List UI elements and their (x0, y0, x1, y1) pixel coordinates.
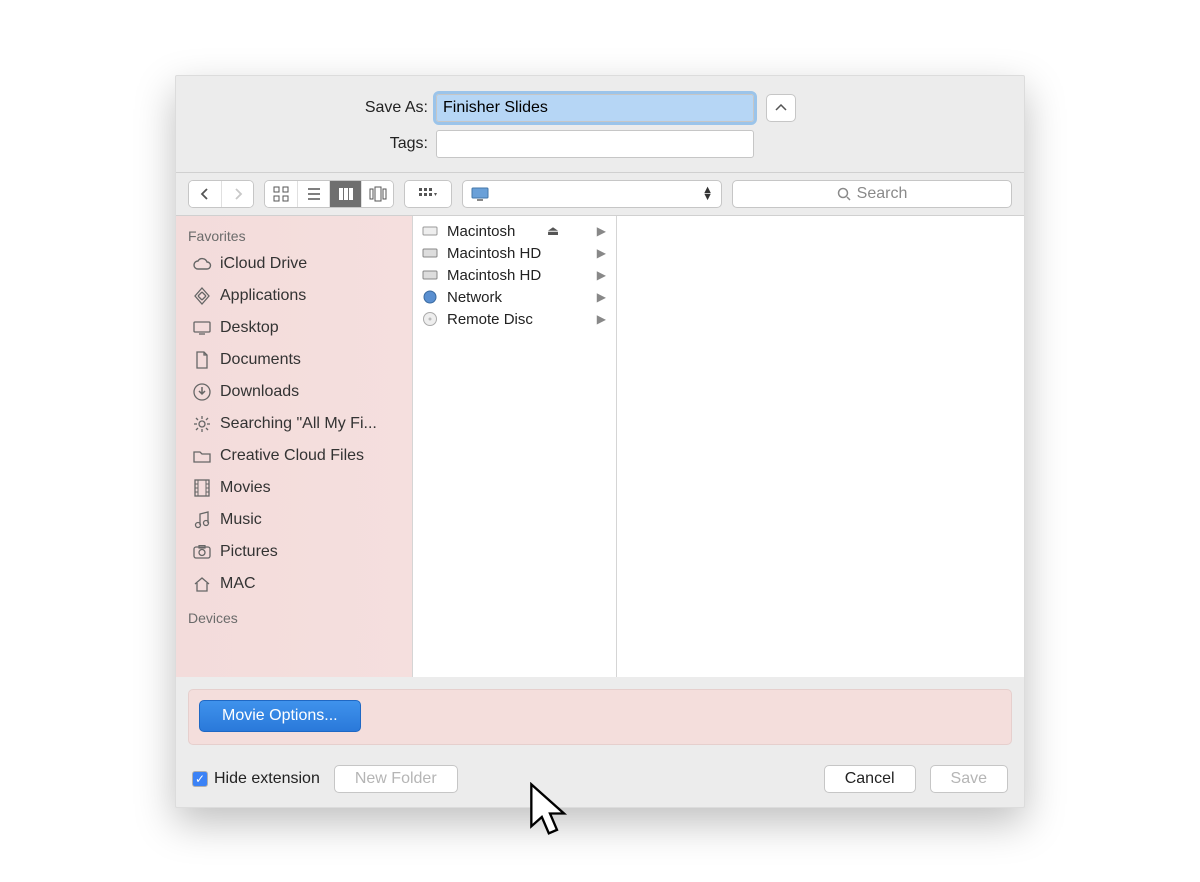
sidebar-item-downloads[interactable]: Downloads (176, 376, 412, 408)
bottom-bar: ✓ Hide extension New Folder Cancel Save (176, 757, 1024, 807)
arrange-button[interactable] (405, 181, 451, 207)
sidebar-item-home[interactable]: MAC (176, 568, 412, 600)
column-item-macintosh[interactable]: Macintosh ⏏ ▶ (413, 220, 616, 242)
hide-extension-label: Hide extension (214, 770, 320, 788)
coverflow-icon (369, 186, 387, 202)
sidebar-item-creative-cloud[interactable]: Creative Cloud Files (176, 440, 412, 472)
save-as-input[interactable] (436, 94, 754, 122)
sidebar: Favorites iCloud Drive Applications Desk… (176, 216, 413, 677)
chevron-right-icon: ▶ (597, 312, 606, 326)
accessory-area: Movie Options... (176, 677, 1024, 757)
drive-icon (421, 244, 439, 262)
disc-icon (421, 310, 439, 328)
cloud-icon (192, 254, 212, 274)
updown-icon: ▲▼ (702, 187, 713, 201)
list-view-button[interactable] (297, 181, 329, 207)
music-icon (192, 510, 212, 530)
sidebar-item-icloud[interactable]: iCloud Drive (176, 248, 412, 280)
sidebar-item-applications[interactable]: Applications (176, 280, 412, 312)
checkbox-icon: ✓ (192, 771, 208, 787)
applications-icon (192, 286, 212, 306)
toolbar: ▲▼ Search (176, 172, 1024, 216)
forward-button[interactable] (221, 181, 253, 207)
hide-extension-checkbox[interactable]: ✓ Hide extension (192, 770, 320, 788)
sidebar-item-movies[interactable]: Movies (176, 472, 412, 504)
search-placeholder: Search (857, 185, 908, 203)
sidebar-item-search[interactable]: Searching "All My Fi... (176, 408, 412, 440)
drive-icon (421, 266, 439, 284)
column-view-button[interactable] (329, 181, 361, 207)
nav-buttons (188, 180, 254, 208)
search-icon (837, 187, 851, 201)
eject-icon[interactable]: ⏏ (547, 223, 559, 239)
sidebar-item-documents[interactable]: Documents (176, 344, 412, 376)
chevron-right-icon: ▶ (597, 246, 606, 260)
downloads-icon (192, 382, 212, 402)
tags-label: Tags: (196, 135, 428, 153)
chevron-right-icon (232, 187, 244, 201)
view-buttons (264, 180, 394, 208)
coverflow-view-button[interactable] (361, 181, 393, 207)
folder-icon (192, 446, 212, 466)
icon-view-button[interactable] (265, 181, 297, 207)
columns-icon (338, 186, 354, 202)
save-dialog: Save As: Tags: (175, 75, 1025, 808)
network-icon (421, 288, 439, 306)
collapse-button[interactable] (766, 94, 796, 122)
chevron-right-icon: ▶ (597, 290, 606, 304)
location-popup[interactable]: ▲▼ (462, 180, 722, 208)
save-button[interactable]: Save (930, 765, 1008, 793)
column-item-macintosh-hd-1[interactable]: Macintosh HD ▶ (413, 242, 616, 264)
header-fields: Save As: Tags: (176, 76, 1024, 172)
pictures-icon (192, 542, 212, 562)
list-icon (306, 186, 322, 202)
sidebar-item-pictures[interactable]: Pictures (176, 536, 412, 568)
sidebar-section-favorites: Favorites (176, 224, 412, 248)
computer-icon (471, 187, 491, 201)
chevron-up-icon (775, 104, 787, 112)
chevron-left-icon (199, 187, 211, 201)
documents-icon (192, 350, 212, 370)
file-browser: Favorites iCloud Drive Applications Desk… (176, 216, 1024, 677)
desktop-icon (192, 318, 212, 338)
column-item-remote-disc[interactable]: Remote Disc ▶ (413, 308, 616, 330)
new-folder-button[interactable]: New Folder (334, 765, 458, 793)
grid-icon (273, 186, 289, 202)
cancel-button[interactable]: Cancel (824, 765, 916, 793)
arrange-button-group (404, 180, 452, 208)
save-as-label: Save As: (196, 99, 428, 117)
sidebar-item-music[interactable]: Music (176, 504, 412, 536)
column-item-macintosh-hd-2[interactable]: Macintosh HD ▶ (413, 264, 616, 286)
search-field[interactable]: Search (732, 180, 1012, 208)
tags-input[interactable] (436, 130, 754, 158)
column-item-network[interactable]: Network ▶ (413, 286, 616, 308)
drive-icon (421, 222, 439, 240)
preview-pane (617, 216, 1024, 677)
sidebar-item-desktop[interactable]: Desktop (176, 312, 412, 344)
back-button[interactable] (189, 181, 221, 207)
home-icon (192, 574, 212, 594)
column-devices: Macintosh ⏏ ▶ Macintosh HD ▶ Macintosh H… (413, 216, 617, 677)
sidebar-section-devices: Devices (176, 606, 412, 630)
chevron-right-icon: ▶ (597, 224, 606, 238)
movie-options-button[interactable]: Movie Options... (199, 700, 361, 732)
grid-dropdown-icon (419, 187, 437, 201)
movies-icon (192, 478, 212, 498)
gear-icon (192, 414, 212, 434)
chevron-right-icon: ▶ (597, 268, 606, 282)
